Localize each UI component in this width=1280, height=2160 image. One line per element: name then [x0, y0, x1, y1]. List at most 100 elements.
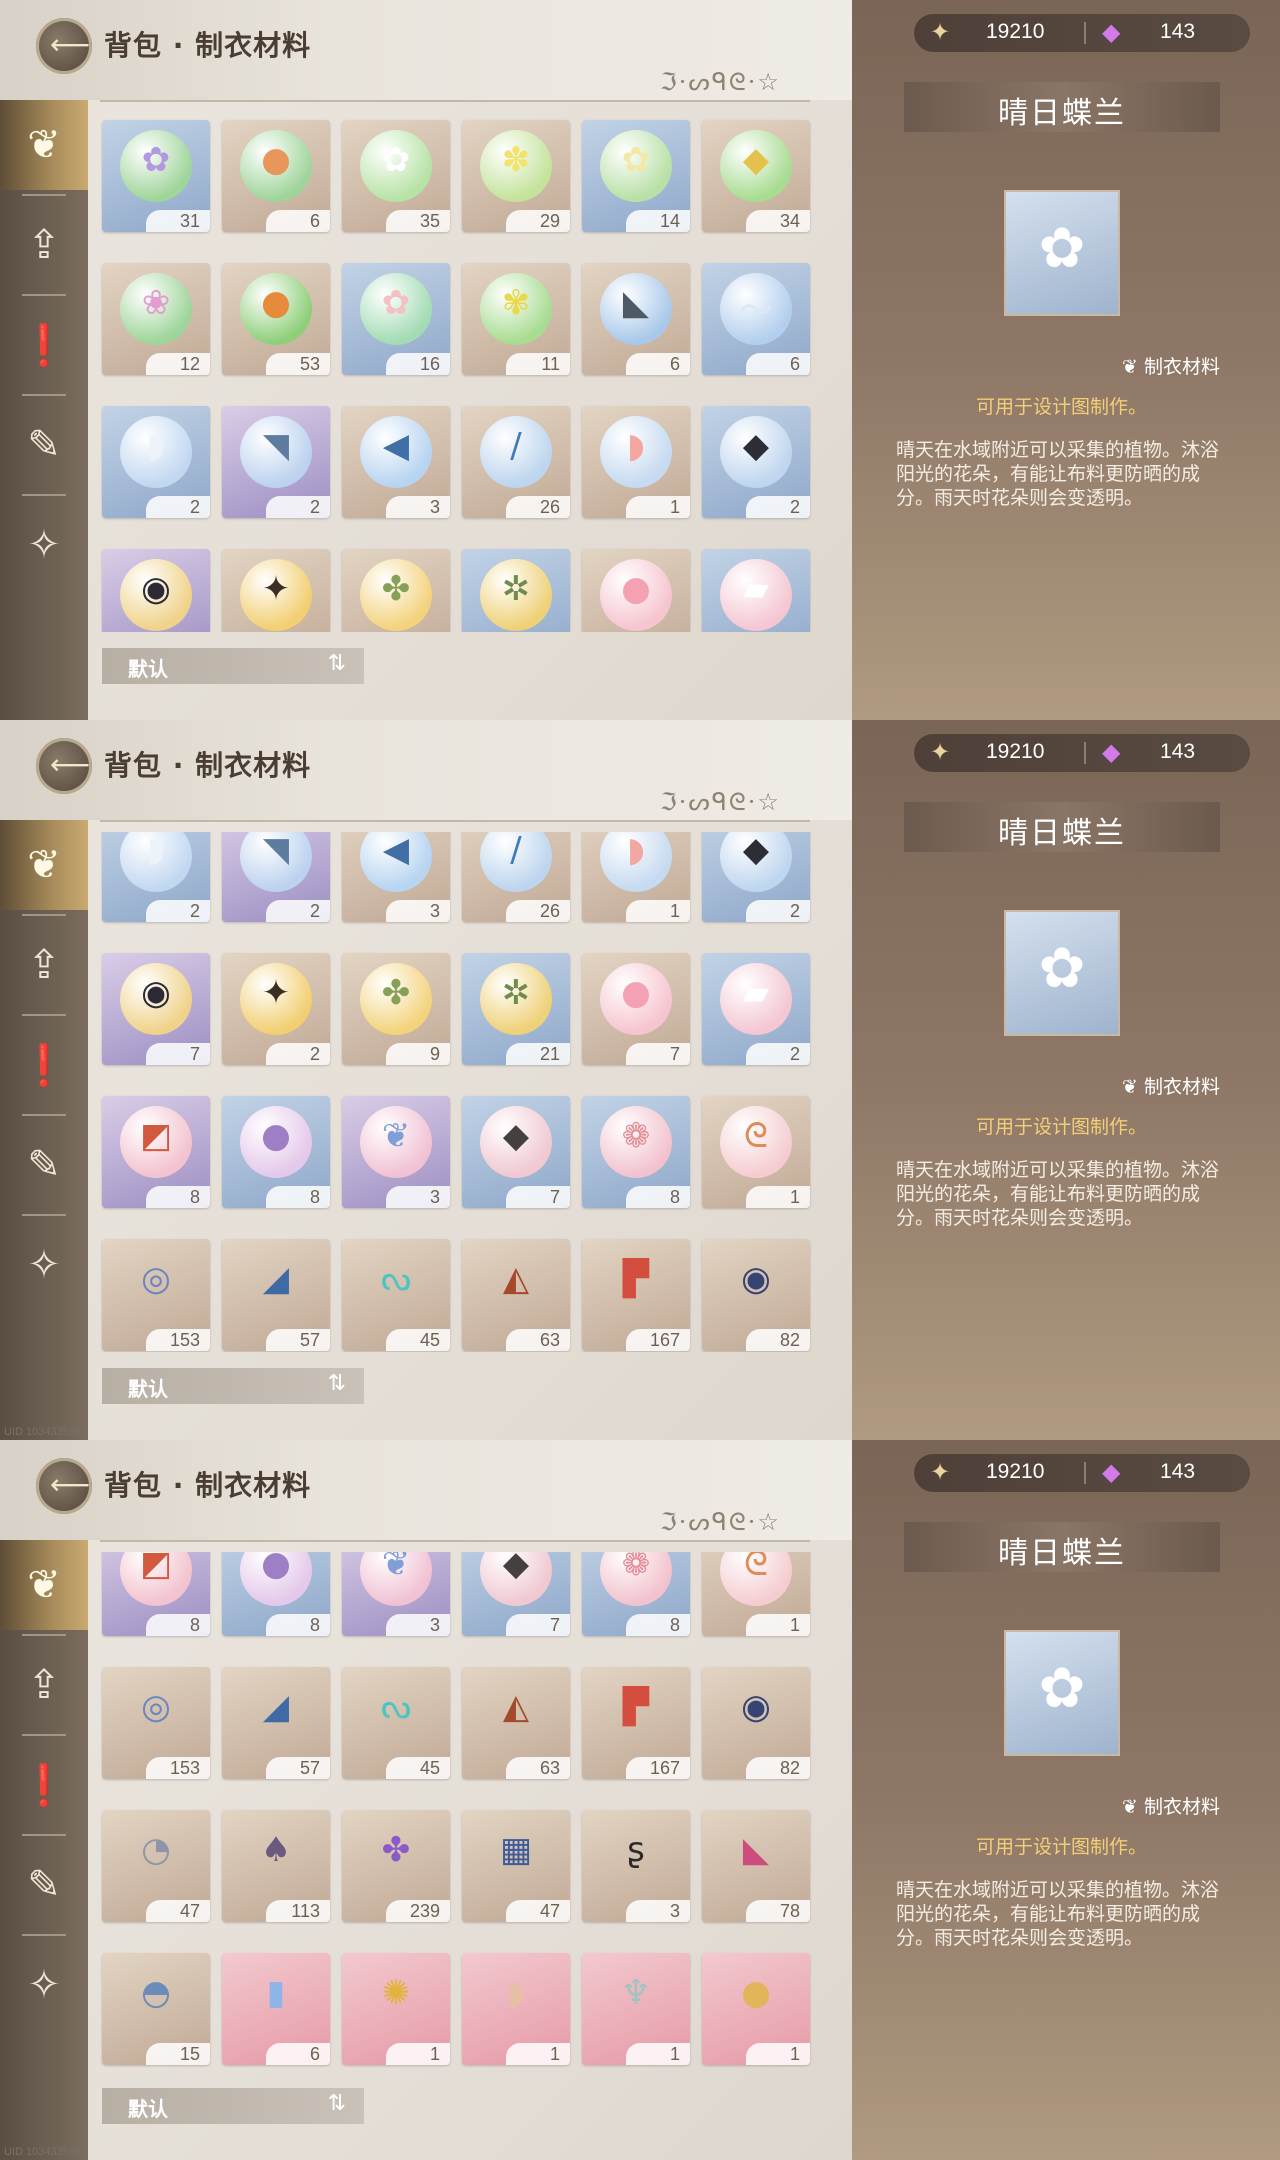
material-item-slot[interactable]: ✦	[222, 549, 330, 632]
material-item-slot[interactable]: ✿ 14	[582, 120, 690, 232]
material-item-slot[interactable]: ◆ 7	[462, 1096, 570, 1208]
material-item-slot[interactable]: ▛ 167	[582, 1239, 690, 1351]
material-item-slot[interactable]: ◥ 2	[222, 832, 330, 922]
material-item-slot[interactable]: ◣ 6	[582, 263, 690, 375]
material-item-slot[interactable]: ●	[582, 549, 690, 632]
sidebar-tab[interactable]: ❦	[0, 100, 88, 190]
material-item-slot[interactable]: ◭ 63	[462, 1667, 570, 1779]
back-button[interactable]: ⟵	[36, 738, 92, 794]
material-item-slot[interactable]: ◗ 2	[102, 832, 210, 922]
material-item-slot[interactable]: ▰ 2	[702, 953, 810, 1065]
material-item-slot[interactable]: ◉ 82	[702, 1667, 810, 1779]
sidebar-tab[interactable]: ❗	[0, 300, 88, 390]
sidebar-tab[interactable]: ✎	[0, 1840, 88, 1930]
material-item-slot[interactable]: ❁ 8	[582, 1096, 690, 1208]
material-item-slot[interactable]: ❦ 3	[342, 1552, 450, 1636]
material-item-slot[interactable]: ʂ3	[582, 1810, 690, 1922]
material-item-slot[interactable]: ♆ 1	[582, 1953, 690, 2065]
sidebar-tab[interactable]: ⇪	[0, 200, 88, 290]
sidebar-tab[interactable]: ❦	[0, 820, 88, 910]
material-item-slot[interactable]: ▮ 6	[222, 1953, 330, 2065]
material-item-slot[interactable]: ◆ 2	[702, 832, 810, 922]
material-item-slot[interactable]: ❦ 3	[342, 1096, 450, 1208]
material-item-slot[interactable]: ᘓ1	[702, 1096, 810, 1208]
item-count: 82	[746, 1329, 810, 1351]
material-item-slot[interactable]: ✲	[462, 549, 570, 632]
material-item-slot[interactable]: ▰	[702, 549, 810, 632]
back-button[interactable]: ⟵	[36, 1458, 92, 1514]
material-item-slot[interactable]: ● 1	[702, 1953, 810, 2065]
material-item-slot[interactable]: ～ 6	[702, 263, 810, 375]
material-item-slot[interactable]: ● 8	[222, 1552, 330, 1636]
material-item-slot[interactable]: ◗ 2	[102, 406, 210, 518]
material-item-slot[interactable]: ◗ 1	[582, 832, 690, 922]
material-item-slot[interactable]: ◆ 2	[702, 406, 810, 518]
material-item-slot[interactable]: ✿ 35	[342, 120, 450, 232]
material-item-slot[interactable]: ◢ 57	[222, 1239, 330, 1351]
sort-button[interactable]: 默认 ⇅	[102, 2088, 364, 2124]
material-item-slot[interactable]: ✽ 29	[462, 120, 570, 232]
material-item-slot[interactable]: ᔓ 45	[342, 1667, 450, 1779]
sidebar-tab[interactable]: ❗	[0, 1740, 88, 1830]
material-item-slot[interactable]: ᘓ1	[702, 1552, 810, 1636]
material-item-slot[interactable]: ◆ 34	[702, 120, 810, 232]
sidebar-tab[interactable]: ⇪	[0, 1640, 88, 1730]
currency-divider	[1084, 22, 1086, 44]
material-item-slot[interactable]: / 26	[462, 832, 570, 922]
sort-button[interactable]: 默认 ⇅	[102, 1368, 364, 1404]
material-item-slot[interactable]: ❁ 8	[582, 1552, 690, 1636]
material-item-slot[interactable]: ✤ 239	[342, 1810, 450, 1922]
material-item-slot[interactable]: ✿ 31	[102, 120, 210, 232]
sidebar-divider	[22, 914, 66, 916]
sidebar-tab[interactable]: ❦	[0, 1540, 88, 1630]
material-item-slot[interactable]: ✤	[342, 549, 450, 632]
material-item-slot[interactable]: ◀ 3	[342, 832, 450, 922]
material-item-slot[interactable]: ◉	[102, 549, 210, 632]
material-item-slot[interactable]: ✺ 1	[342, 1953, 450, 2065]
material-item-slot[interactable]: ◥ 2	[222, 406, 330, 518]
sidebar-tab[interactable]: ✎	[0, 400, 88, 490]
sidebar-tab[interactable]: ✎	[0, 1120, 88, 1210]
material-item-slot[interactable]: ◢ 57	[222, 1667, 330, 1779]
material-item-slot[interactable]: ❀ 12	[102, 263, 210, 375]
material-item-slot[interactable]: ◔ 47	[102, 1810, 210, 1922]
material-item-slot[interactable]: ◭ 63	[462, 1239, 570, 1351]
material-item-slot[interactable]: ◉ 82	[702, 1239, 810, 1351]
sidebar-tab[interactable]: ✧	[0, 1220, 88, 1310]
material-item-slot[interactable]: ✾ 11	[462, 263, 570, 375]
material-item-slot[interactable]: ✤ 9	[342, 953, 450, 1065]
material-item-slot[interactable]: ◀ 3	[342, 406, 450, 518]
item-count: 167	[626, 1329, 690, 1351]
gem-icon[interactable]: ◆	[1102, 18, 1120, 46]
sidebar-tab[interactable]: ✧	[0, 500, 88, 590]
material-item-slot[interactable]: ◩ 8	[102, 1096, 210, 1208]
material-item-slot[interactable]: ✿ 16	[342, 263, 450, 375]
material-item-slot[interactable]: ◓ 15	[102, 1953, 210, 2065]
sidebar-tab[interactable]: ⇪	[0, 920, 88, 1010]
material-item-slot[interactable]: ◗ 1	[582, 406, 690, 518]
material-item-slot[interactable]: ● 53	[222, 263, 330, 375]
gem-icon[interactable]: ◆	[1102, 738, 1120, 766]
material-item-slot[interactable]: ♠ 113	[222, 1810, 330, 1922]
material-item-slot[interactable]: ᔓ 45	[342, 1239, 450, 1351]
sort-button[interactable]: 默认 ⇅	[102, 648, 364, 684]
material-item-slot[interactable]: ◉ 7	[102, 953, 210, 1065]
material-item-slot[interactable]: ▛ 167	[582, 1667, 690, 1779]
material-item-slot[interactable]: ▦ 47	[462, 1810, 570, 1922]
material-item-slot[interactable]: / 26	[462, 406, 570, 518]
material-item-slot[interactable]: ◗ 1	[462, 1953, 570, 2065]
material-item-slot[interactable]: ◎ 153	[102, 1239, 210, 1351]
sidebar-tab[interactable]: ❗	[0, 1020, 88, 1110]
material-item-slot[interactable]: ✲ 21	[462, 953, 570, 1065]
material-item-slot[interactable]: ● 7	[582, 953, 690, 1065]
material-item-slot[interactable]: ✦ 2	[222, 953, 330, 1065]
material-item-slot[interactable]: ◎ 153	[102, 1667, 210, 1779]
back-button[interactable]: ⟵	[36, 18, 92, 74]
gem-icon[interactable]: ◆	[1102, 1458, 1120, 1486]
material-item-slot[interactable]: ◩ 8	[102, 1552, 210, 1636]
sidebar-tab[interactable]: ✧	[0, 1940, 88, 2030]
material-item-slot[interactable]: ◣ 78	[702, 1810, 810, 1922]
material-item-slot[interactable]: ● 8	[222, 1096, 330, 1208]
material-item-slot[interactable]: ◆ 7	[462, 1552, 570, 1636]
material-item-slot[interactable]: ● 6	[222, 120, 330, 232]
